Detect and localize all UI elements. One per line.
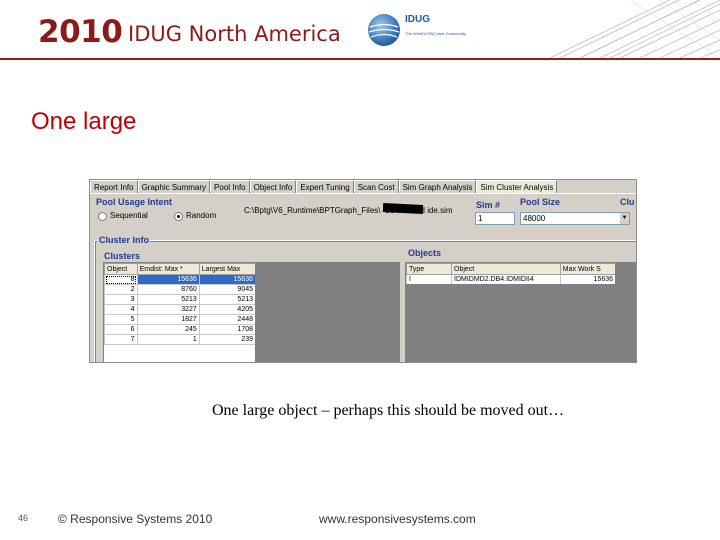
logo-text: IDUG: [405, 14, 430, 25]
objects-table[interactable]: Type Object Max Work S I IDMIDMD2.DB4.IDM…: [405, 262, 617, 362]
table-cell: 6: [104, 324, 138, 335]
footer-copyright: © Responsive Systems 2010: [58, 512, 213, 526]
header-divider: [0, 58, 720, 60]
cluster-info-label: Cluster Info: [98, 235, 151, 245]
caption-text: One large object – perhaps this should b…: [212, 402, 565, 419]
sim-file-path: C:\Bptg\V6_Runtime\BPTGraph_Files\ -b3-v…: [244, 206, 453, 215]
sim-number-label: Sim #: [476, 200, 501, 210]
sim-number-field[interactable]: 1: [475, 212, 515, 225]
slide-caption: One large object – perhaps this should b…: [0, 402, 720, 420]
header-conference-name: IDUG North America: [128, 22, 341, 46]
table-cell: 8760: [136, 284, 200, 295]
table-cell: 5213: [198, 294, 257, 305]
tab-object-info[interactable]: Object Info: [249, 180, 297, 194]
table-row[interactable]: 6 245 1708: [104, 324, 257, 335]
column-header-object-name[interactable]: Object: [451, 263, 561, 275]
page-number: 46: [18, 513, 29, 523]
column-header-emdist-max[interactable]: Emdist: Max *: [136, 263, 200, 275]
logo-tagline: The World's DB2 User Community: [405, 31, 466, 36]
pool-size-value: 48000: [523, 214, 546, 223]
clusters-table[interactable]: Object Emdist: Max * Largest Max 8 15636 1…: [103, 262, 257, 362]
table-cell: 4: [104, 304, 138, 315]
table-row[interactable]: 5 1827 2448: [104, 314, 257, 325]
table-cell: 9045: [198, 284, 257, 295]
tab-divider: [90, 193, 636, 194]
tab-report-info[interactable]: Report Info: [90, 180, 138, 194]
table-cell: 2448: [198, 314, 257, 325]
column-header-max-work[interactable]: Max Work S: [559, 263, 617, 275]
sequential-radio[interactable]: [98, 212, 107, 221]
table-row[interactable]: 8 15636 15636: [104, 274, 257, 285]
sequential-label: Sequential: [110, 211, 148, 220]
table-cell: 15636: [136, 274, 200, 285]
table-cell: IDMIDMD2.DB4.IDMIDII4: [451, 274, 561, 285]
table-cell: 4205: [198, 304, 257, 315]
tab-graphic-summary[interactable]: Graphic Summary: [137, 180, 211, 194]
table-cell: 3: [104, 294, 138, 305]
table-cell: 1708: [198, 324, 257, 335]
pool-size-dropdown[interactable]: 48000 ▼: [520, 212, 630, 225]
table-cell: 239: [198, 334, 257, 345]
chevron-down-icon[interactable]: ▼: [620, 213, 629, 224]
slide-title: One large: [31, 108, 137, 135]
table-cell: 15636: [198, 274, 257, 285]
idug-globe-icon: [368, 14, 400, 46]
decorative-hatching: [549, 0, 720, 58]
table-cell: 8: [104, 274, 138, 285]
tab-sim-cluster-analysis[interactable]: Sim Cluster Analysis: [476, 180, 558, 194]
table-row[interactable]: I IDMIDMD2.DB4.IDMIDII4 15636: [406, 274, 617, 285]
table-cell: 1827: [136, 314, 200, 325]
objects-label: Objects: [408, 248, 442, 258]
column-header-largest-max[interactable]: Largest Max: [198, 263, 257, 275]
table-cell: 7: [104, 334, 138, 345]
table-row[interactable]: 4 3227 4205: [104, 304, 257, 315]
random-radio[interactable]: [174, 212, 183, 221]
random-label: Random: [186, 211, 217, 220]
header-year: 2010: [38, 14, 123, 50]
table-cell: 1: [136, 334, 200, 345]
right-empty-area: [615, 262, 636, 362]
tab-expert-tuning[interactable]: Expert Tuning: [296, 180, 354, 194]
table-cell: 5213: [136, 294, 200, 305]
tab-sim-graph-analysis[interactable]: Sim Graph Analysis: [398, 180, 477, 194]
table-cell: 2: [104, 284, 138, 295]
table-cell: I: [406, 274, 452, 285]
table-cell: 3227: [136, 304, 200, 315]
footer-website: www.responsivesystems.com: [319, 512, 476, 526]
clusters-label: Clusters: [104, 251, 141, 261]
objects-empty-area: [406, 284, 616, 362]
column-header-type[interactable]: Type: [406, 263, 452, 275]
tab-scan-cost[interactable]: Scan Cost: [353, 180, 399, 194]
table-cell: 245: [136, 324, 200, 335]
tab-pool-info[interactable]: Pool Info: [210, 180, 250, 194]
pool-usage-label: Pool Usage Intent: [96, 197, 173, 207]
tab-bar: Report Info Graphic Summary Pool Info Ob…: [90, 180, 636, 194]
table-row[interactable]: 7 1 239: [104, 334, 257, 345]
clusters-empty-area: [255, 262, 400, 362]
table-cell: 15636: [559, 274, 617, 285]
app-screenshot: Report Info Graphic Summary Pool Info Ob…: [89, 179, 637, 363]
pool-size-label: Pool Size: [520, 197, 561, 207]
cluster-option-label-truncated: Clu: [620, 197, 635, 207]
table-row[interactable]: 3 5213 5213: [104, 294, 257, 305]
table-cell: 5: [104, 314, 138, 325]
column-header-object[interactable]: Object: [104, 263, 138, 275]
table-row[interactable]: 2 8760 9045: [104, 284, 257, 295]
